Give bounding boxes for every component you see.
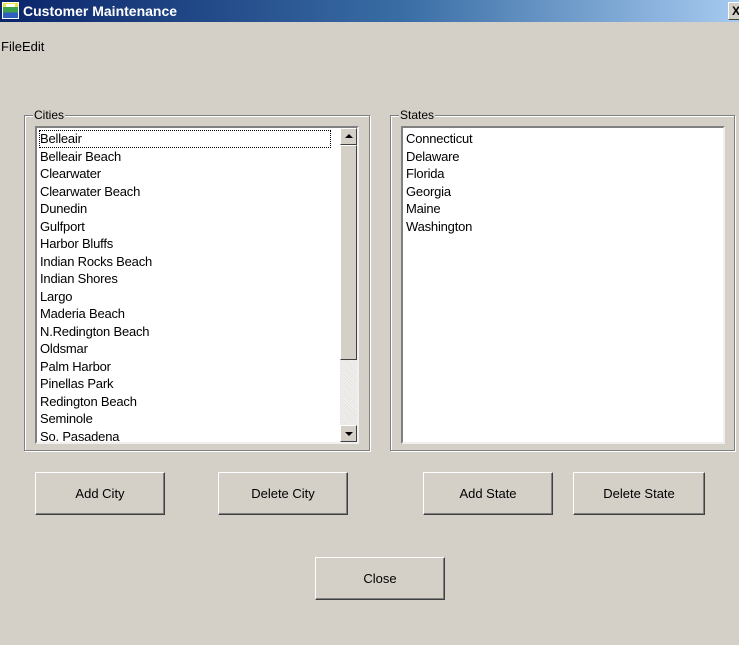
states-list: Connecticut Delaware Florida Georgia Mai… xyxy=(403,128,723,235)
arrow-down-icon xyxy=(345,432,353,436)
close-icon: X xyxy=(732,4,739,18)
cities-list: Belleair Belleair Beach Clearwater Clear… xyxy=(37,128,357,443)
list-item[interactable]: Gulfport xyxy=(39,218,357,236)
list-item[interactable]: Largo xyxy=(39,288,357,306)
states-listbox[interactable]: Connecticut Delaware Florida Georgia Mai… xyxy=(401,126,725,444)
menu-file[interactable]: File xyxy=(1,38,22,56)
list-item[interactable]: Connecticut xyxy=(405,130,723,148)
list-item[interactable]: Seminole xyxy=(39,410,357,428)
list-item[interactable]: Maderia Beach xyxy=(39,305,357,323)
cities-group: Cities Belleair Belleair Beach Clearwate… xyxy=(24,108,370,451)
cities-listbox[interactable]: Belleair Belleair Beach Clearwater Clear… xyxy=(35,126,359,444)
cities-scrollbar[interactable] xyxy=(340,128,357,442)
close-button[interactable]: Close xyxy=(315,557,445,600)
list-item[interactable]: Belleair Beach xyxy=(39,148,357,166)
states-group-label: States xyxy=(399,108,436,122)
list-item[interactable]: Clearwater xyxy=(39,165,357,183)
list-item[interactable]: Maine xyxy=(405,200,723,218)
list-item[interactable]: Dunedin xyxy=(39,200,357,218)
list-item[interactable]: Harbor Bluffs xyxy=(39,235,357,253)
list-item[interactable]: Pinellas Park xyxy=(39,375,357,393)
list-item[interactable]: Delaware xyxy=(405,148,723,166)
delete-city-button[interactable]: Delete City xyxy=(218,472,348,515)
list-item[interactable]: Indian Shores xyxy=(39,270,357,288)
cities-group-label: Cities xyxy=(33,108,66,122)
app-icon xyxy=(2,2,19,19)
list-item[interactable]: Indian Rocks Beach xyxy=(39,253,357,271)
list-item[interactable]: Florida xyxy=(405,165,723,183)
states-group: States Connecticut Delaware Florida Geor… xyxy=(390,108,735,451)
list-item[interactable]: Oldsmar xyxy=(39,340,357,358)
menu-edit[interactable]: Edit xyxy=(22,38,44,56)
add-state-button[interactable]: Add State xyxy=(423,472,553,515)
list-item[interactable]: Georgia xyxy=(405,183,723,201)
list-item[interactable]: Redington Beach xyxy=(39,393,357,411)
list-item[interactable]: Clearwater Beach xyxy=(39,183,357,201)
scroll-up-button[interactable] xyxy=(340,128,357,145)
scroll-down-button[interactable] xyxy=(340,425,357,442)
list-item[interactable]: Washington xyxy=(405,218,723,236)
close-window-button[interactable]: X xyxy=(728,2,739,20)
arrow-up-icon xyxy=(345,134,353,138)
window-title: Customer Maintenance xyxy=(23,3,178,19)
add-city-button[interactable]: Add City xyxy=(35,472,165,515)
list-item[interactable]: So. Pasadena xyxy=(39,428,357,443)
title-bar: Customer Maintenance X xyxy=(0,0,739,22)
list-item[interactable]: N.Redington Beach xyxy=(39,323,357,341)
list-item[interactable]: Belleair xyxy=(39,130,331,148)
scroll-thumb[interactable] xyxy=(340,145,357,360)
list-item[interactable]: Palm Harbor xyxy=(39,358,357,376)
delete-state-button[interactable]: Delete State xyxy=(573,472,705,515)
